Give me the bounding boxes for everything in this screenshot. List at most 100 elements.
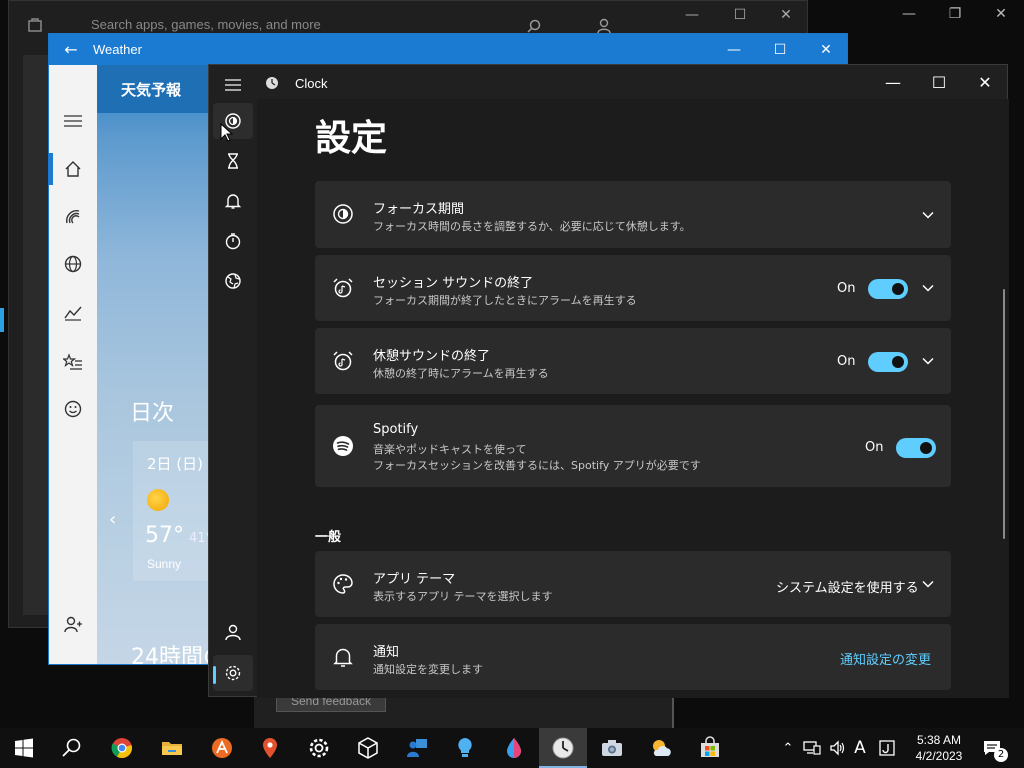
clock-window: Clock — ☐ ✕ 設定 フォーカス期間 フォーカス時間の長さを調整するか、… (208, 64, 1009, 698)
spotify-title: Spotify (373, 422, 419, 437)
alarm-nav[interactable] (213, 183, 253, 219)
app-theme-card[interactable]: アプリ テーマ 表示するアプリ テーマを選択します システム設定を使用する (315, 551, 951, 617)
daily-forecast-label: 日次 (130, 401, 175, 426)
spotify-card[interactable]: Spotify 音楽やポッドキャストを使って フォーカスセッションを改善するには… (315, 405, 951, 487)
weather-close-button[interactable]: ✕ (803, 34, 847, 65)
weather-maximize-button[interactable]: ☐ (757, 34, 803, 65)
weather-sidebar (49, 65, 97, 664)
camera-icon[interactable] (588, 728, 636, 768)
file-explorer-icon[interactable] (148, 728, 196, 768)
stopwatch-icon (225, 233, 241, 250)
clock-app-icon (266, 77, 278, 89)
timer-nav[interactable] (213, 143, 253, 179)
weather-window-title: Weather (93, 42, 142, 57)
home-icon[interactable] (49, 149, 97, 189)
hamburger-menu-icon[interactable] (219, 75, 247, 95)
search-icon[interactable] (527, 19, 541, 33)
globe-icon[interactable] (49, 244, 97, 284)
store-bag-icon (28, 18, 42, 32)
notifications-card[interactable]: 通知 通知設定を変更します 通知設定の変更 (315, 624, 951, 690)
alarm-clock-icon (333, 351, 353, 371)
palette-icon (333, 574, 353, 594)
clock-icon[interactable] (539, 728, 587, 768)
search-icon[interactable] (48, 728, 96, 768)
clock-minimize-button[interactable]: — (870, 65, 916, 99)
general-section-header: 一般 (315, 530, 342, 545)
volume-icon[interactable] (826, 728, 850, 768)
session-sound-card[interactable]: セッション サウンドの終了 フォーカス期間が終了したときにアラームを再生する O… (315, 255, 951, 321)
sunny-icon (147, 489, 169, 511)
notification-settings-link[interactable]: 通知設定の変更 (840, 649, 931, 668)
3d-viewer-icon[interactable] (344, 728, 392, 768)
person-icon (225, 624, 241, 641)
break-sound-toggle[interactable] (868, 352, 908, 372)
network-icon[interactable] (800, 728, 824, 768)
people-icon[interactable] (393, 728, 441, 768)
break-sound-subtitle: 休憩の終了時にアラームを再生する (373, 367, 549, 380)
chevron-down-icon[interactable] (921, 354, 935, 368)
stopwatch-nav[interactable] (213, 223, 253, 259)
clock-close-button[interactable]: ✕ (962, 65, 1008, 99)
tips-icon[interactable] (441, 728, 489, 768)
maps-icon[interactable] (246, 728, 294, 768)
store-maximize-button[interactable]: ☐ (717, 7, 763, 23)
chevron-down-icon[interactable] (921, 577, 935, 591)
back-arrow-icon[interactable]: ← (49, 40, 93, 59)
store-icon[interactable] (686, 728, 734, 768)
notifications-subtitle: 通知設定を変更します (373, 663, 483, 676)
desktop-close-button[interactable]: ✕ (978, 6, 1024, 22)
spotify-toggle[interactable] (896, 438, 936, 458)
desktop-restore-button[interactable]: ❐ (932, 6, 978, 22)
store-selection-accent (0, 308, 4, 332)
ime-icon[interactable] (876, 728, 898, 768)
chevron-up-icon[interactable]: ⌃ (778, 728, 798, 768)
session-sound-state: On (837, 281, 856, 296)
system-clock[interactable]: 5:38 AM 4/2/2023 (906, 732, 972, 764)
app-orange-icon[interactable] (198, 728, 246, 768)
desktop-minimize-button[interactable]: — (886, 6, 932, 22)
paint-icon[interactable] (490, 728, 538, 768)
session-sound-title: セッション サウンドの終了 (373, 276, 534, 291)
account-icon[interactable] (597, 18, 611, 34)
weather-icon[interactable] (637, 728, 685, 768)
input-indicator[interactable]: A (850, 728, 870, 768)
break-sound-title: 休憩サウンドの終了 (373, 349, 491, 364)
session-sound-toggle[interactable] (868, 279, 908, 299)
break-sound-card[interactable]: 休憩サウンドの終了 休憩の終了時にアラームを再生する On (315, 328, 951, 394)
chevron-down-icon[interactable] (921, 281, 935, 295)
hamburger-menu-icon[interactable] (49, 101, 97, 141)
gear-icon (225, 665, 241, 681)
clock-titlebar: Clock — ☐ ✕ (209, 65, 1009, 99)
focus-period-card[interactable]: フォーカス期間 フォーカス時間の長さを調整するか、必要に応じて休憩します。 (315, 181, 951, 248)
nav-selection-indicator (213, 666, 216, 684)
app-theme-value[interactable]: システム設定を使用する (776, 577, 919, 596)
favorites-list-icon[interactable] (49, 342, 97, 382)
notifications-title: 通知 (373, 645, 400, 660)
world-clock-nav[interactable] (213, 263, 253, 299)
store-close-button[interactable]: ✕ (763, 7, 809, 23)
smiley-feedback-icon[interactable] (49, 389, 97, 429)
add-person-icon[interactable] (49, 605, 97, 645)
windows-start-icon[interactable] (0, 728, 48, 768)
system-time: 5:38 AM (916, 733, 962, 747)
bell-icon (333, 648, 353, 667)
store-minimize-button[interactable]: — (669, 7, 715, 23)
settings-icon[interactable] (295, 728, 343, 768)
settings-gear-icon[interactable] (49, 653, 97, 664)
scrollbar[interactable] (1003, 289, 1005, 539)
chart-icon[interactable] (49, 292, 97, 332)
account-nav[interactable] (213, 614, 253, 650)
spotify-subtitle-1: 音楽やポッドキャストを使って (373, 443, 527, 456)
weather-minimize-button[interactable]: — (711, 34, 757, 65)
radar-icon[interactable] (49, 197, 97, 237)
chevron-down-icon[interactable] (921, 208, 935, 222)
settings-nav[interactable] (213, 655, 253, 691)
chrome-icon[interactable] (98, 728, 146, 768)
chevron-left-icon[interactable]: ‹ (109, 509, 116, 530)
store-search-input[interactable]: Search apps, games, movies, and more (91, 17, 321, 32)
focus-icon (333, 204, 353, 224)
focus-period-title: フォーカス期間 (373, 202, 465, 217)
forecast-condition: Sunny (147, 557, 182, 571)
clock-maximize-button[interactable]: ☐ (916, 65, 962, 99)
forecast-date: 2日 (日) (147, 455, 204, 473)
